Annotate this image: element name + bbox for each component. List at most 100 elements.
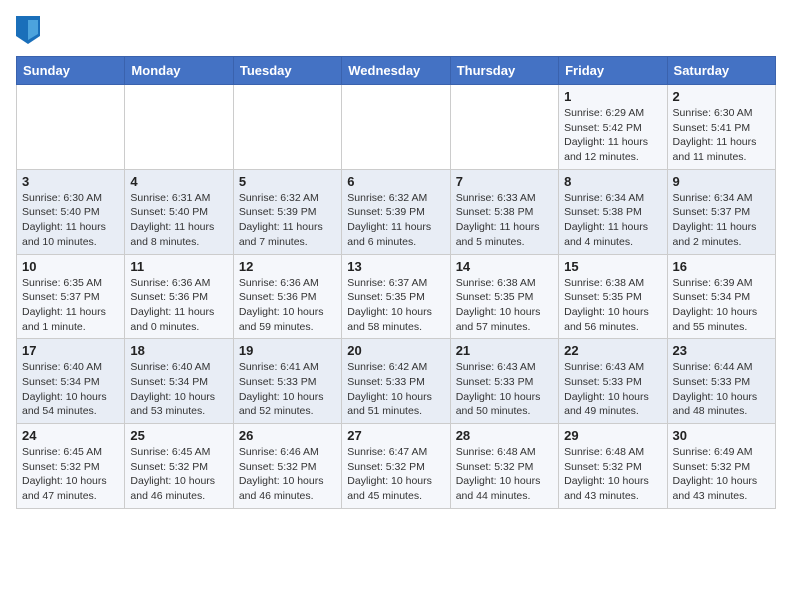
day-info: Sunrise: 6:32 AM Sunset: 5:39 PM Dayligh… xyxy=(347,191,444,250)
day-number: 30 xyxy=(673,428,770,443)
day-info: Sunrise: 6:39 AM Sunset: 5:34 PM Dayligh… xyxy=(673,276,770,335)
day-number: 22 xyxy=(564,343,661,358)
day-number: 23 xyxy=(673,343,770,358)
calendar-cell xyxy=(342,85,450,170)
calendar-cell: 17Sunrise: 6:40 AM Sunset: 5:34 PM Dayli… xyxy=(17,339,125,424)
calendar-cell xyxy=(450,85,558,170)
day-info: Sunrise: 6:30 AM Sunset: 5:41 PM Dayligh… xyxy=(673,106,770,165)
calendar-cell: 19 Sunrise: 6:41 AM Sunset: 5:33 PM Dayli… xyxy=(233,339,341,424)
day-info: Sunrise: 6:48 AM Sunset: 5:32 PM Dayligh… xyxy=(456,445,553,504)
calendar-cell: 8 Sunrise: 6:34 AM Sunset: 5:38 PM Daylig… xyxy=(559,169,667,254)
day-info: Sunrise: 6:35 AM Sunset: 5:37 PM Dayligh… xyxy=(22,276,119,335)
day-number: 5 xyxy=(239,174,336,189)
weekday-row: SundayMondayTuesdayWednesdayThursdayFrid… xyxy=(17,57,776,85)
day-number: 29 xyxy=(564,428,661,443)
day-number: 12 xyxy=(239,259,336,274)
calendar-week-row: 3Sunrise: 6:30 AM Sunset: 5:40 PM Daylig… xyxy=(17,169,776,254)
day-info: Sunrise: 6:49 AM Sunset: 5:32 PM Dayligh… xyxy=(673,445,770,504)
day-number: 2 xyxy=(673,89,770,104)
calendar-cell: 28Sunrise: 6:48 AM Sunset: 5:32 PM Dayli… xyxy=(450,424,558,509)
day-info: Sunrise: 6:38 AM Sunset: 5:35 PM Dayligh… xyxy=(456,276,553,335)
day-number: 7 xyxy=(456,174,553,189)
day-info: Sunrise: 6:34 AM Sunset: 5:38 PM Dayligh… xyxy=(564,191,661,250)
day-info: Sunrise: 6:40 AM Sunset: 5:34 PM Dayligh… xyxy=(22,360,119,419)
weekday-header: Thursday xyxy=(450,57,558,85)
day-info: Sunrise: 6:33 AM Sunset: 5:38 PM Dayligh… xyxy=(456,191,553,250)
calendar-cell: 12Sunrise: 6:36 AM Sunset: 5:36 PM Dayli… xyxy=(233,254,341,339)
day-number: 21 xyxy=(456,343,553,358)
day-info: Sunrise: 6:45 AM Sunset: 5:32 PM Dayligh… xyxy=(130,445,227,504)
day-info: Sunrise: 6:40 AM Sunset: 5:34 PM Dayligh… xyxy=(130,360,227,419)
calendar-cell: 26 Sunrise: 6:46 AM Sunset: 5:32 PM Dayli… xyxy=(233,424,341,509)
day-number: 6 xyxy=(347,174,444,189)
calendar-cell: 2 Sunrise: 6:30 AM Sunset: 5:41 PM Daylig… xyxy=(667,85,775,170)
day-number: 10 xyxy=(22,259,119,274)
day-info: Sunrise: 6:41 AM Sunset: 5:33 PM Dayligh… xyxy=(239,360,336,419)
logo-icon xyxy=(16,16,40,44)
calendar-cell xyxy=(233,85,341,170)
day-number: 13 xyxy=(347,259,444,274)
calendar-cell: 22 Sunrise: 6:43 AM Sunset: 5:33 PM Dayli… xyxy=(559,339,667,424)
day-number: 24 xyxy=(22,428,119,443)
calendar-cell: 7 Sunrise: 6:33 AM Sunset: 5:38 PM Daylig… xyxy=(450,169,558,254)
weekday-header: Wednesday xyxy=(342,57,450,85)
calendar-cell: 24 Sunrise: 6:45 AM Sunset: 5:32 PM Dayli… xyxy=(17,424,125,509)
weekday-header: Friday xyxy=(559,57,667,85)
day-number: 8 xyxy=(564,174,661,189)
day-number: 25 xyxy=(130,428,227,443)
day-info: Sunrise: 6:29 AM Sunset: 5:42 PM Dayligh… xyxy=(564,106,661,165)
logo xyxy=(16,16,44,44)
day-info: Sunrise: 6:42 AM Sunset: 5:33 PM Dayligh… xyxy=(347,360,444,419)
day-info: Sunrise: 6:34 AM Sunset: 5:37 PM Dayligh… xyxy=(673,191,770,250)
page-header xyxy=(16,16,776,44)
calendar-cell: 18 Sunrise: 6:40 AM Sunset: 5:34 PM Dayli… xyxy=(125,339,233,424)
calendar-cell: 20Sunrise: 6:42 AM Sunset: 5:33 PM Dayli… xyxy=(342,339,450,424)
day-info: Sunrise: 6:43 AM Sunset: 5:33 PM Dayligh… xyxy=(564,360,661,419)
day-number: 1 xyxy=(564,89,661,104)
calendar-week-row: 10 Sunrise: 6:35 AM Sunset: 5:37 PM Dayli… xyxy=(17,254,776,339)
day-info: Sunrise: 6:44 AM Sunset: 5:33 PM Dayligh… xyxy=(673,360,770,419)
calendar-cell: 5Sunrise: 6:32 AM Sunset: 5:39 PM Daylig… xyxy=(233,169,341,254)
day-number: 15 xyxy=(564,259,661,274)
calendar-week-row: 17Sunrise: 6:40 AM Sunset: 5:34 PM Dayli… xyxy=(17,339,776,424)
weekday-header: Tuesday xyxy=(233,57,341,85)
day-number: 4 xyxy=(130,174,227,189)
calendar-header: SundayMondayTuesdayWednesdayThursdayFrid… xyxy=(17,57,776,85)
calendar-cell: 21 Sunrise: 6:43 AM Sunset: 5:33 PM Dayli… xyxy=(450,339,558,424)
calendar-cell: 15 Sunrise: 6:38 AM Sunset: 5:35 PM Dayli… xyxy=(559,254,667,339)
day-number: 11 xyxy=(130,259,227,274)
day-info: Sunrise: 6:47 AM Sunset: 5:32 PM Dayligh… xyxy=(347,445,444,504)
day-info: Sunrise: 6:36 AM Sunset: 5:36 PM Dayligh… xyxy=(130,276,227,335)
calendar-cell: 27 Sunrise: 6:47 AM Sunset: 5:32 PM Dayli… xyxy=(342,424,450,509)
calendar-cell: 25 Sunrise: 6:45 AM Sunset: 5:32 PM Dayli… xyxy=(125,424,233,509)
day-number: 3 xyxy=(22,174,119,189)
day-number: 27 xyxy=(347,428,444,443)
day-number: 16 xyxy=(673,259,770,274)
day-info: Sunrise: 6:46 AM Sunset: 5:32 PM Dayligh… xyxy=(239,445,336,504)
calendar-cell: 3Sunrise: 6:30 AM Sunset: 5:40 PM Daylig… xyxy=(17,169,125,254)
calendar-cell: 6 Sunrise: 6:32 AM Sunset: 5:39 PM Daylig… xyxy=(342,169,450,254)
weekday-header: Sunday xyxy=(17,57,125,85)
calendar-cell xyxy=(17,85,125,170)
calendar-cell: 23 Sunrise: 6:44 AM Sunset: 5:33 PM Dayli… xyxy=(667,339,775,424)
calendar-cell: 10 Sunrise: 6:35 AM Sunset: 5:37 PM Dayli… xyxy=(17,254,125,339)
calendar-cell: 4Sunrise: 6:31 AM Sunset: 5:40 PM Daylig… xyxy=(125,169,233,254)
calendar-week-row: 1 Sunrise: 6:29 AM Sunset: 5:42 PM Daylig… xyxy=(17,85,776,170)
day-number: 14 xyxy=(456,259,553,274)
day-number: 26 xyxy=(239,428,336,443)
day-info: Sunrise: 6:38 AM Sunset: 5:35 PM Dayligh… xyxy=(564,276,661,335)
calendar-cell: 11 Sunrise: 6:36 AM Sunset: 5:36 PM Dayli… xyxy=(125,254,233,339)
weekday-header: Monday xyxy=(125,57,233,85)
day-number: 19 xyxy=(239,343,336,358)
day-info: Sunrise: 6:43 AM Sunset: 5:33 PM Dayligh… xyxy=(456,360,553,419)
day-info: Sunrise: 6:48 AM Sunset: 5:32 PM Dayligh… xyxy=(564,445,661,504)
calendar-cell: 30 Sunrise: 6:49 AM Sunset: 5:32 PM Dayli… xyxy=(667,424,775,509)
day-number: 9 xyxy=(673,174,770,189)
calendar-body: 1 Sunrise: 6:29 AM Sunset: 5:42 PM Daylig… xyxy=(17,85,776,509)
calendar-cell xyxy=(125,85,233,170)
day-number: 18 xyxy=(130,343,227,358)
calendar-table: SundayMondayTuesdayWednesdayThursdayFrid… xyxy=(16,56,776,509)
calendar-cell: 9 Sunrise: 6:34 AM Sunset: 5:37 PM Daylig… xyxy=(667,169,775,254)
weekday-header: Saturday xyxy=(667,57,775,85)
day-info: Sunrise: 6:45 AM Sunset: 5:32 PM Dayligh… xyxy=(22,445,119,504)
